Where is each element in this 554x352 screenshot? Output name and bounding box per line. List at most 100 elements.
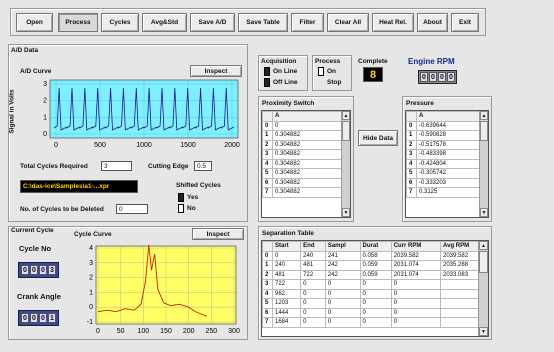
cell-value[interactable]: 0 (300, 279, 326, 290)
cell-value[interactable]: 0 (359, 317, 392, 328)
scroll-down-icon[interactable]: ▼ (479, 327, 488, 336)
cycles-button[interactable]: Cycles (101, 13, 139, 32)
cell-value[interactable]: 0 (390, 288, 442, 299)
cell-value[interactable]: -0.424804 (416, 158, 488, 169)
cell-value[interactable]: 0.304882 (272, 177, 350, 188)
scroll-up-icon[interactable]: ▲ (479, 241, 488, 250)
cell-value[interactable]: 0 (390, 307, 442, 318)
table-row[interactable]: 4 962 0 0 0 0 (262, 288, 488, 299)
cell-value[interactable]: 722 (300, 269, 326, 280)
cell-value[interactable]: 0 (359, 298, 392, 309)
table-row[interactable]: 5 -0.305742 (406, 168, 488, 179)
cell-value[interactable]: 962 (271, 288, 302, 299)
table-row[interactable]: 6 1444 0 0 0 0 (262, 307, 488, 318)
total-cycles-input[interactable]: 3 (101, 161, 132, 171)
table-row[interactable]: 4 -0.424804 (406, 158, 488, 169)
cell-value[interactable]: 0 (300, 298, 326, 309)
cell-value[interactable]: 0.304882 (272, 139, 350, 150)
cell-value[interactable]: -0.333203 (416, 177, 488, 188)
cell-value[interactable]: 481 (300, 260, 326, 271)
process-button[interactable]: Process (58, 13, 98, 32)
table-row[interactable]: 2 481 722 242 0.059 2031.074 2033.083 (262, 269, 488, 280)
cell-value[interactable]: 0.304882 (272, 130, 350, 141)
table-row[interactable]: 0 0 240 241 0.058 2039.582 2039.582 (262, 250, 488, 261)
scroll-down-icon[interactable]: ▼ (342, 208, 350, 217)
cell-value[interactable]: -0.483398 (416, 149, 488, 160)
shifted-yes-toggle[interactable]: Yes (178, 193, 198, 202)
save-table-button[interactable]: Save Table (238, 13, 288, 32)
cell-value[interactable]: 2031.074 (390, 269, 442, 280)
scroll-up-icon[interactable]: ▲ (480, 111, 488, 120)
cell-value[interactable]: 0 (324, 298, 361, 309)
table-row[interactable]: 2 0.304882 (262, 139, 350, 150)
cell-value[interactable]: 2039.582 (390, 250, 442, 261)
deleted-cycles-input[interactable]: 0 (116, 204, 148, 214)
cycle-inspect-button[interactable]: Inspect (192, 228, 244, 240)
cell-value[interactable]: 0 (300, 288, 326, 299)
cell-value[interactable]: 0.058 (359, 250, 392, 261)
cell-value[interactable]: -0.517578 (416, 139, 488, 150)
avg-std-button[interactable]: Avg&Std (142, 13, 187, 32)
proximity-scrollbar[interactable]: ▲ ▼ (341, 111, 350, 217)
table-row[interactable]: 6 0.304882 (262, 177, 350, 188)
cell-value[interactable]: -0.590828 (416, 130, 488, 141)
cell-value[interactable]: 240 (271, 260, 302, 271)
cell-value[interactable]: 1684 (271, 317, 302, 328)
cell-value[interactable]: 0.304882 (272, 149, 350, 160)
heat-rel-button[interactable]: Heat Rel. (372, 13, 414, 32)
cell-value[interactable]: 722 (271, 279, 302, 290)
cell-value[interactable]: 2031.074 (390, 260, 442, 271)
cell-value[interactable]: 0 (300, 317, 326, 328)
cell-value[interactable]: 0 (390, 317, 442, 328)
cell-value[interactable]: 1444 (271, 307, 302, 318)
clear-all-button[interactable]: Clear All (327, 13, 369, 32)
scroll-thumb[interactable] (479, 251, 488, 273)
cell-value[interactable]: 242 (324, 269, 361, 280)
exit-button[interactable]: Exit (451, 13, 479, 32)
off-line-toggle[interactable]: Off Line (264, 78, 298, 87)
cell-value[interactable]: 1203 (271, 298, 302, 309)
pressure-scrollbar[interactable]: ▲ ▼ (479, 111, 488, 217)
scroll-down-icon[interactable]: ▼ (480, 208, 488, 217)
scroll-thumb[interactable] (342, 121, 350, 141)
cell-value[interactable]: 0 (390, 279, 442, 290)
table-row[interactable]: 0 -0.639644 (406, 120, 488, 131)
cell-value[interactable]: -0.305742 (416, 168, 488, 179)
table-row[interactable]: 1 0.304882 (262, 130, 350, 141)
cell-value[interactable]: 0 (324, 288, 361, 299)
table-row[interactable]: 00 (262, 120, 350, 131)
scroll-thumb[interactable] (480, 121, 488, 141)
table-row[interactable]: 3 0.304882 (262, 149, 350, 160)
table-row[interactable]: 5 0.304882 (262, 168, 350, 179)
cell-value[interactable]: 0 (300, 307, 326, 318)
process-on-toggle[interactable]: On (318, 67, 336, 76)
filter-button[interactable]: Filter (291, 13, 324, 32)
table-row[interactable]: 7 0.3125 (406, 187, 488, 198)
cell-value[interactable]: 0.059 (359, 269, 392, 280)
cell-value[interactable]: 0 (272, 120, 350, 131)
cell-value[interactable]: 0 (324, 279, 361, 290)
hide-data-button[interactable]: Hide Data (358, 130, 398, 146)
table-row[interactable]: 1 240 481 242 0.059 2031.074 2035.288 (262, 260, 488, 271)
cell-value[interactable]: 242 (324, 260, 361, 271)
cell-value[interactable]: 0 (359, 307, 392, 318)
about-button[interactable]: About (417, 13, 448, 32)
cell-value[interactable]: 481 (271, 269, 302, 280)
table-row[interactable]: 7 0.304882 (262, 187, 350, 198)
cell-value[interactable]: 0.304882 (272, 158, 350, 169)
cutting-edge-input[interactable]: 0.5 (194, 161, 212, 171)
cell-value[interactable]: 0 (390, 298, 442, 309)
cell-value[interactable]: 0 (324, 317, 361, 328)
table-row[interactable]: 4 0.304882 (262, 158, 350, 169)
cell-value[interactable]: 0.059 (359, 260, 392, 271)
open-button[interactable]: Open (16, 13, 53, 32)
process-stop-toggle[interactable]: Stop (318, 78, 341, 87)
table-row[interactable]: 6 -0.333203 (406, 177, 488, 188)
cell-value[interactable]: 0 (324, 307, 361, 318)
cell-value[interactable]: 0 (359, 288, 392, 299)
cell-value[interactable]: 240 (300, 250, 326, 261)
ad-inspect-button[interactable]: Inspect (190, 65, 242, 77)
table-row[interactable]: 2 -0.517578 (406, 139, 488, 150)
cell-value[interactable]: 0 (359, 279, 392, 290)
table-row[interactable]: 5 1203 0 0 0 0 (262, 298, 488, 309)
